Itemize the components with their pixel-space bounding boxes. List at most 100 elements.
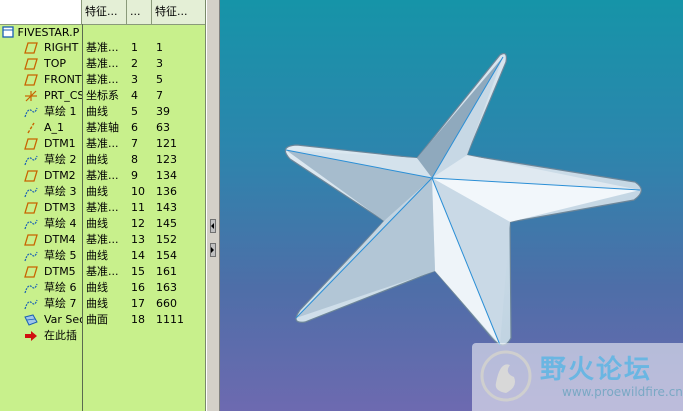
tree-row[interactable]: 草绘 4 曲线 12 145 <box>0 216 205 232</box>
tree-row-feature-number: 8 <box>131 153 138 166</box>
tree-row[interactable]: 草绘 5 曲线 14 154 <box>0 248 205 264</box>
tree-row-name: RIGHT <box>44 41 79 54</box>
tree-row-name: Var Sec <box>44 313 82 326</box>
tree-row-feature-type: 曲线 <box>86 153 108 166</box>
tree-row-feature-id: 63 <box>156 121 170 134</box>
tree-row-feature-type: 曲线 <box>86 281 108 294</box>
model-tree-panel[interactable]: 特征... ... 特征... FIVESTAR.P RIGHT 基准... 1 1 T… <box>0 0 206 411</box>
tree-row-name: DTM5 <box>44 265 76 278</box>
tree-row-name: 草绘 6 <box>44 281 77 294</box>
tree-row-feature-type: 基准... <box>86 57 119 70</box>
tree-row[interactable]: DTM4 基准... 13 152 <box>0 232 205 248</box>
tree-row-feature-number: 13 <box>131 233 145 246</box>
tree-row-feature-id: 154 <box>156 249 177 262</box>
tree-row[interactable]: A_1 基准轴 6 63 <box>0 120 205 136</box>
tree-row[interactable]: DTM1 基准... 7 121 <box>0 136 205 152</box>
tree-row[interactable]: FRONT 基准... 3 5 <box>0 72 205 88</box>
tree-row-feature-type: 基准... <box>86 169 119 182</box>
tree-row-feature-number: 1 <box>131 41 138 54</box>
header-feature-type-column[interactable]: 特征... <box>82 0 127 24</box>
datum-plane-icon <box>24 42 38 54</box>
tree-row-feature-number: 3 <box>131 73 138 86</box>
tree-row-feature-number: 5 <box>131 105 138 118</box>
tree-row-feature-type: 基准... <box>86 137 119 150</box>
datum-plane-icon <box>24 58 38 70</box>
tree-row-feature-type: 基准... <box>86 265 119 278</box>
datum-axis-icon <box>24 122 38 134</box>
tree-row-feature-id: 163 <box>156 281 177 294</box>
part-icon <box>2 26 14 38</box>
tree-row[interactable]: DTM5 基准... 15 161 <box>0 264 205 280</box>
var-sec-sweep-icon <box>24 314 38 326</box>
tree-row[interactable]: DTM3 基准... 11 143 <box>0 200 205 216</box>
datum-plane-icon <box>24 138 38 150</box>
datum-plane-icon <box>24 266 38 278</box>
tree-row[interactable]: 在此插 <box>0 328 205 344</box>
tree-row-feature-id: 145 <box>156 217 177 230</box>
watermark-url: www.proewildfire.cn <box>562 385 683 399</box>
tree-row[interactable]: 草绘 2 曲线 8 123 <box>0 152 205 168</box>
sketch-icon <box>24 298 38 310</box>
header-name-column[interactable] <box>0 0 82 24</box>
tree-row-feature-id: 143 <box>156 201 177 214</box>
graphics-viewport[interactable]: 野火论坛 www.proewildfire.cn <box>220 0 683 411</box>
tree-row-name: PRT_CS <box>44 89 82 102</box>
tree-row-feature-number: 15 <box>131 265 145 278</box>
tree-row-name: TOP <box>44 57 67 70</box>
arrow-left-icon <box>211 223 214 229</box>
tree-row[interactable]: 草绘 3 曲线 10 136 <box>0 184 205 200</box>
forum-watermark: 野火论坛 www.proewildfire.cn <box>472 343 683 411</box>
datum-plane-icon <box>24 170 38 182</box>
tree-row-feature-id: 3 <box>156 57 163 70</box>
tree-row-feature-number: 6 <box>131 121 138 134</box>
tree-row[interactable]: 草绘 7 曲线 17 660 <box>0 296 205 312</box>
tree-row[interactable]: RIGHT 基准... 1 1 <box>0 40 205 56</box>
coordinate-system-icon <box>24 90 38 102</box>
tree-row-name: 草绘 7 <box>44 297 77 310</box>
tree-row[interactable]: TOP 基准... 2 3 <box>0 56 205 72</box>
tree-row-feature-type: 曲面 <box>86 313 108 326</box>
tree-row[interactable]: 草绘 6 曲线 16 163 <box>0 280 205 296</box>
tree-row-feature-number: 16 <box>131 281 145 294</box>
tree-root-part[interactable]: FIVESTAR.P <box>2 26 79 40</box>
tree-row-feature-type: 基准... <box>86 73 119 86</box>
tree-row-feature-id: 134 <box>156 169 177 182</box>
tree-row-feature-type: 曲线 <box>86 249 108 262</box>
tree-row[interactable]: DTM2 基准... 9 134 <box>0 168 205 184</box>
tree-row-feature-type: 曲线 <box>86 297 108 310</box>
tree-row-feature-number: 11 <box>131 201 145 214</box>
expand-right-button[interactable] <box>210 243 216 257</box>
tree-row-name: DTM2 <box>44 169 76 182</box>
datum-plane-icon <box>24 74 38 86</box>
header-feature-id-column[interactable]: 特征... <box>152 0 205 24</box>
tree-row-feature-number: 14 <box>131 249 145 262</box>
tree-row[interactable]: Var Sec 曲面 18 1111 <box>0 312 205 328</box>
tree-row-feature-number: 4 <box>131 89 138 102</box>
tree-row-feature-id: 123 <box>156 153 177 166</box>
tree-row-name: 草绘 1 <box>44 105 77 118</box>
insert-here-arrow-icon <box>24 330 38 342</box>
tree-row-feature-number: 17 <box>131 297 145 310</box>
tree-row[interactable]: PRT_CS 坐标系 4 7 <box>0 88 205 104</box>
tree-row-feature-number: 2 <box>131 57 138 70</box>
tree-row-feature-number: 18 <box>131 313 145 326</box>
tree-row-name: 草绘 5 <box>44 249 77 262</box>
tree-row-name: A_1 <box>44 121 65 134</box>
tree-row-name: 草绘 3 <box>44 185 77 198</box>
wildfire-logo-icon <box>480 350 532 402</box>
tree-row-name: FRONT <box>44 73 82 86</box>
sketch-icon <box>24 154 38 166</box>
panel-splitter[interactable] <box>206 0 220 411</box>
tree-row-name: DTM4 <box>44 233 76 246</box>
tree-row-feature-id: 660 <box>156 297 177 310</box>
sketch-icon <box>24 250 38 262</box>
tree-row-feature-id: 161 <box>156 265 177 278</box>
tree-row-feature-type: 曲线 <box>86 217 108 230</box>
header-feature-number-column[interactable]: ... <box>127 0 152 24</box>
tree-row-feature-number: 7 <box>131 137 138 150</box>
tree-row-feature-id: 1111 <box>156 313 184 326</box>
tree-row[interactable]: 草绘 1 曲线 5 39 <box>0 104 205 120</box>
datum-plane-icon <box>24 234 38 246</box>
tree-row-name: 在此插 <box>44 329 77 342</box>
collapse-left-button[interactable] <box>210 219 216 233</box>
